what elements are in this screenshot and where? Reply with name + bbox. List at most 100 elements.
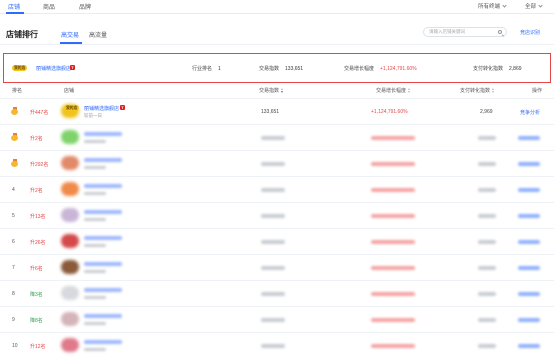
- table-row: 10 升12名: [0, 332, 554, 358]
- table-row: 升2名: [0, 124, 554, 150]
- store-name[interactable]: [84, 340, 122, 344]
- analysis-link[interactable]: [518, 344, 540, 348]
- table-row: 升447名 我的店 丽铺精选旗舰店 T 较前一日 133,651 +1,124,791.60…: [0, 98, 554, 124]
- store-avatar[interactable]: [61, 286, 79, 300]
- page-title: 店铺排行: [6, 30, 38, 39]
- store-name[interactable]: [84, 262, 122, 266]
- store-name[interactable]: 丽铺精选旗舰店: [84, 105, 119, 112]
- analysis-link[interactable]: [518, 292, 540, 296]
- own-store-name[interactable]: 丽铺精选旗舰店: [36, 65, 71, 72]
- own-store-summary: 我的店 丽铺精选旗舰店 T 行业排名 1 交易指数 133,651 交易增长幅度 +1…: [3, 53, 551, 83]
- store-avatar[interactable]: [61, 130, 79, 144]
- tmall-icon: T: [70, 65, 75, 70]
- store-sub: [84, 348, 106, 351]
- tab-store[interactable]: 店铺: [8, 2, 20, 11]
- chevron-down-icon: [502, 3, 507, 8]
- sort-icon[interactable]: [408, 88, 411, 93]
- col-trade-index[interactable]: 交易指数: [259, 87, 284, 94]
- store-name[interactable]: [84, 210, 122, 214]
- rank-change: 升26名: [30, 240, 46, 246]
- conversion-value: [478, 344, 496, 348]
- rank-number: 6: [12, 239, 15, 245]
- subtab-high-traffic[interactable]: 高流量: [89, 30, 107, 39]
- store-sub: 较前一日: [84, 113, 102, 118]
- trade-index-value: [261, 162, 285, 166]
- store-sub: [84, 218, 106, 221]
- trade-index-value: [261, 344, 285, 348]
- store-avatar[interactable]: [61, 182, 79, 196]
- active-tab-underline: [6, 12, 24, 14]
- compare-store-link[interactable]: 竞店识别: [520, 29, 540, 36]
- analysis-link[interactable]: [518, 162, 540, 166]
- store-avatar[interactable]: [61, 338, 79, 352]
- rank-change: 降3名: [30, 292, 43, 298]
- rank-change: 升12名: [30, 344, 46, 350]
- store-badge: 我的店: [64, 105, 80, 111]
- col-growth[interactable]: 交易增长幅度: [376, 87, 411, 94]
- store-sub: [84, 140, 106, 143]
- analysis-link[interactable]: [518, 136, 540, 140]
- analysis-link[interactable]: [518, 240, 540, 244]
- analysis-link[interactable]: [518, 188, 540, 192]
- my-store-badge: 我的店: [12, 65, 28, 71]
- terminal-select[interactable]: 所有终端: [478, 2, 507, 10]
- table-row: 4 升2名: [0, 176, 554, 202]
- store-name[interactable]: [84, 184, 122, 188]
- store-avatar[interactable]: [61, 260, 79, 274]
- col-store: 店铺: [64, 88, 75, 94]
- store-name[interactable]: [84, 288, 122, 292]
- rank-number: 9: [12, 317, 15, 323]
- chevron-down-icon: [538, 3, 543, 8]
- conversion-value: [478, 266, 496, 270]
- col-conversion[interactable]: 支付转化指数: [460, 87, 495, 94]
- conversion-index: 支付转化指数 2,869: [473, 66, 522, 72]
- analysis-link[interactable]: [518, 266, 540, 270]
- conversion-value: [478, 162, 496, 166]
- growth-value: [371, 292, 415, 296]
- analysis-link[interactable]: 竞争分析: [520, 109, 540, 116]
- rank-number: 8: [12, 291, 15, 297]
- growth-value: [371, 240, 415, 244]
- conversion-value: [478, 136, 496, 140]
- top-nav: 店铺 商品 品牌 所有终端 全部: [0, 0, 554, 14]
- store-name[interactable]: [84, 314, 122, 318]
- analysis-link[interactable]: [518, 214, 540, 218]
- table-row: 6 升26名: [0, 228, 554, 254]
- growth-value: +1,124,791.60%: [371, 109, 408, 115]
- table-row: 9 降8名: [0, 306, 554, 332]
- table-row: 升292名: [0, 150, 554, 176]
- analysis-link[interactable]: [518, 318, 540, 322]
- growth-value: [371, 188, 415, 192]
- store-sub: [84, 270, 106, 273]
- table-row: 8 降3名: [0, 280, 554, 306]
- conversion-value: 2,969: [480, 109, 493, 115]
- trade-index-value: [261, 292, 285, 296]
- store-avatar[interactable]: [61, 234, 79, 248]
- conversion-value: [478, 292, 496, 296]
- store-avatar[interactable]: [61, 156, 79, 170]
- search-input[interactable]: 请输入店铺关键词: [423, 27, 507, 37]
- tab-brand[interactable]: 品牌: [79, 2, 91, 11]
- conversion-value: [478, 214, 496, 218]
- store-name[interactable]: [84, 158, 122, 162]
- medal-icon: [11, 159, 18, 167]
- sort-icon[interactable]: [492, 88, 495, 93]
- trade-growth: 交易增长幅度 +1,124,791.60%: [344, 66, 417, 72]
- growth-value: [371, 136, 415, 140]
- subtab-high-trade[interactable]: 高交易: [61, 30, 79, 39]
- rank-number: 5: [12, 213, 15, 219]
- store-avatar[interactable]: [61, 208, 79, 222]
- search-icon[interactable]: [498, 30, 502, 34]
- sort-icon[interactable]: [281, 88, 284, 93]
- scope-select[interactable]: 全部: [525, 2, 543, 10]
- tab-product[interactable]: 商品: [43, 2, 55, 11]
- store-name[interactable]: [84, 236, 122, 240]
- rank-change: 降8名: [30, 318, 43, 324]
- growth-value: [371, 214, 415, 218]
- store-sub: [84, 244, 106, 247]
- store-sub: [84, 166, 106, 169]
- trade-index: 交易指数 133,651: [259, 66, 304, 72]
- store-avatar[interactable]: [61, 312, 79, 326]
- store-name[interactable]: [84, 132, 122, 136]
- trade-index-value: 133,651: [261, 109, 280, 115]
